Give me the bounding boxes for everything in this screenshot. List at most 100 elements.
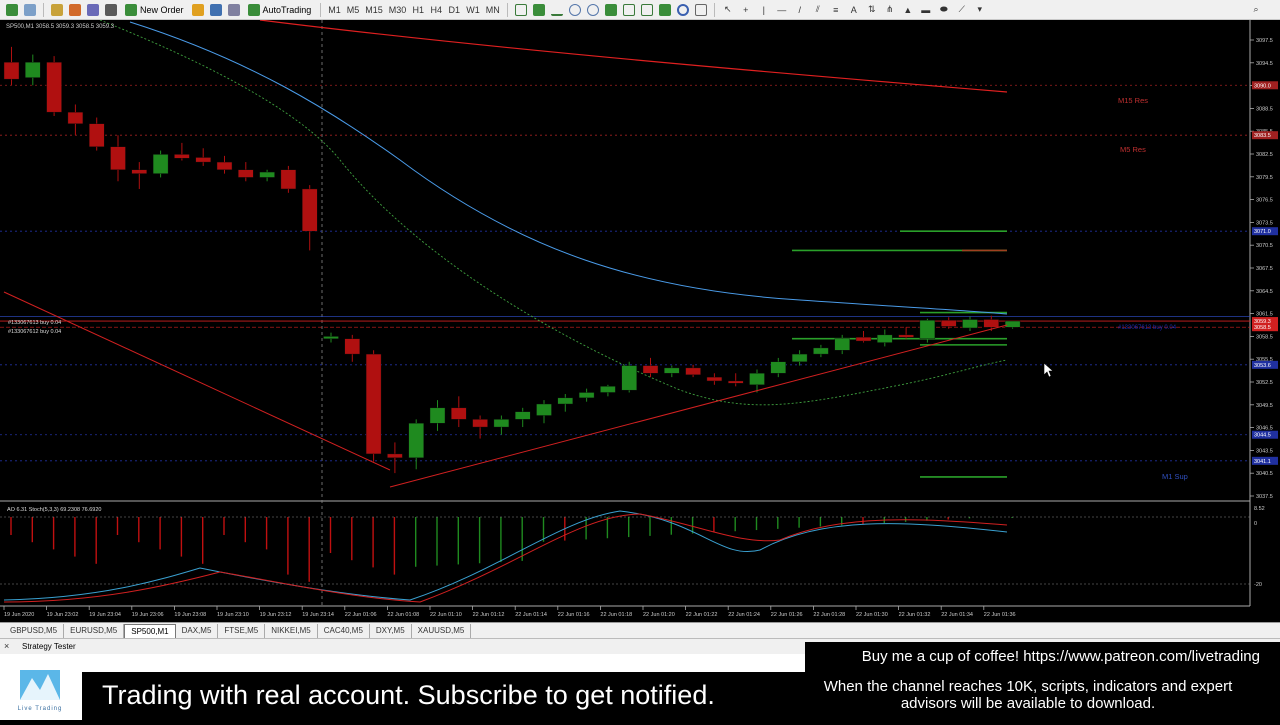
fibonacci-icon[interactable]: ≡ xyxy=(828,2,844,18)
bull-candle xyxy=(813,347,829,355)
ellipse-icon[interactable]: ⬬ xyxy=(936,2,952,18)
trendline-icon[interactable]: / xyxy=(792,2,808,18)
pitchfork-icon[interactable]: ⋔ xyxy=(882,2,898,18)
bull-candle xyxy=(557,397,573,405)
terminal-icon[interactable] xyxy=(85,2,101,18)
tf-h4-button[interactable]: H4 xyxy=(428,2,444,18)
zoom-out-icon[interactable] xyxy=(585,2,601,18)
tab-gbpusd[interactable]: GBPUSD,M5 xyxy=(4,623,65,638)
periods-icon[interactable] xyxy=(675,2,691,18)
price-chart[interactable]: 3097.53094.53091.53088.53085.53082.53079… xyxy=(0,20,1280,622)
bull-candle xyxy=(919,320,936,339)
bear-candle xyxy=(983,319,999,328)
metaeditor-icon[interactable] xyxy=(190,2,206,18)
bull-candle xyxy=(259,171,275,178)
signals-icon[interactable] xyxy=(208,2,224,18)
tab-nikkei[interactable]: NIKKEI,M5 xyxy=(265,623,318,638)
tf-m15-button[interactable]: M15 xyxy=(363,2,385,18)
price-tick-label: 3061.5 xyxy=(1256,312,1273,318)
tf-d1-button[interactable]: D1 xyxy=(446,2,462,18)
promo-box: Buy me a cup of coffee! https://www.patr… xyxy=(805,642,1280,720)
bear-candle xyxy=(3,62,20,80)
tab-ftse[interactable]: FTSE,M5 xyxy=(218,623,266,638)
bull-candle xyxy=(323,336,339,339)
m5-res-label: M5 Res xyxy=(1120,145,1146,154)
price-tick-label: 3040.5 xyxy=(1256,471,1273,477)
tf-m30-button[interactable]: M30 xyxy=(387,2,409,18)
bull-candle xyxy=(962,319,978,329)
time-tick-label: 22 Jun 01:28 xyxy=(813,612,845,618)
templates-icon[interactable] xyxy=(693,2,709,18)
toolbar-separator xyxy=(43,2,44,17)
gann-icon[interactable]: ⟋ xyxy=(954,2,970,18)
tf-m5-button[interactable]: M5 xyxy=(345,2,362,18)
time-tick-label: 19 Jun 23:10 xyxy=(217,612,249,618)
navigator-icon[interactable] xyxy=(67,2,83,18)
bear-candle xyxy=(642,365,659,374)
bear-candle xyxy=(728,380,744,384)
horizontal-line-icon[interactable]: — xyxy=(774,2,790,18)
tf-h1-button[interactable]: H1 xyxy=(410,2,426,18)
strategy-tester-label[interactable]: Strategy Tester xyxy=(22,642,76,651)
triangle-icon[interactable]: ▲ xyxy=(900,2,916,18)
arrows-icon[interactable]: ⇅ xyxy=(864,2,880,18)
tab-eurusd[interactable]: EURUSD,M5 xyxy=(64,623,125,638)
tf-m1-button[interactable]: M1 xyxy=(326,2,343,18)
new-chart-icon[interactable] xyxy=(4,2,20,18)
market-icon[interactable] xyxy=(226,2,242,18)
level-lines xyxy=(0,84,1250,478)
tab-dxy[interactable]: DXY,M5 xyxy=(370,623,412,638)
crosshair-icon[interactable]: + xyxy=(738,2,754,18)
price-tick-label: 3070.5 xyxy=(1256,243,1273,249)
chart-shift-icon[interactable] xyxy=(639,2,655,18)
indicators-icon[interactable] xyxy=(657,2,673,18)
candlestick-icon[interactable] xyxy=(531,2,547,18)
bull-candle xyxy=(429,407,446,424)
bull-candle xyxy=(834,338,850,351)
bear-candle xyxy=(685,367,701,376)
channel-logo: Live Trading xyxy=(0,664,82,720)
stoch-main-line xyxy=(3,510,1008,601)
bar-chart-icon[interactable] xyxy=(513,2,529,18)
new-order-button[interactable]: New Order xyxy=(121,2,188,18)
profiles-icon[interactable] xyxy=(22,2,38,18)
symbol-info: SP500,M1 3058.5 3059.3 3058.5 3059.3 xyxy=(6,24,115,30)
right-order-label: #133067613 buy 0.04 xyxy=(1118,325,1177,331)
market-watch-icon[interactable] xyxy=(49,2,65,18)
auto-trading-button[interactable]: AutoTrading xyxy=(244,2,316,18)
tab-dax[interactable]: DAX,M5 xyxy=(176,623,219,638)
time-tick-label: 19 Jun 23:04 xyxy=(89,612,121,618)
channel-icon[interactable]: ⫽ xyxy=(810,2,826,18)
tf-w1-button[interactable]: W1 xyxy=(464,2,482,18)
cursor-icon[interactable]: ↖ xyxy=(720,2,736,18)
time-tick-label: 19 Jun 23:14 xyxy=(302,612,334,618)
toolbar-separator xyxy=(713,2,715,17)
bear-candle xyxy=(855,336,872,342)
tile-windows-icon[interactable] xyxy=(603,2,619,18)
autoscroll-icon[interactable] xyxy=(621,2,637,18)
price-tag-label: 3041.1 xyxy=(1254,459,1271,465)
bear-candle xyxy=(280,169,297,190)
line-chart-icon[interactable] xyxy=(549,2,565,18)
bear-candle xyxy=(46,62,62,113)
tf-mn-button[interactable]: MN xyxy=(484,2,502,18)
bear-candle xyxy=(898,334,914,338)
time-tick-label: 22 Jun 01:10 xyxy=(430,612,462,618)
bear-candle xyxy=(67,111,84,124)
search-icon[interactable]: ⌕ xyxy=(1248,2,1264,18)
bull-candle xyxy=(536,403,552,416)
tab-xauusd[interactable]: XAUUSD,M5 xyxy=(412,623,472,638)
tab-cac40[interactable]: CAC40,M5 xyxy=(318,623,370,638)
tester-icon[interactable] xyxy=(103,2,119,18)
bear-candle xyxy=(387,453,403,458)
vertical-line-icon[interactable]: | xyxy=(756,2,772,18)
bear-candle xyxy=(941,320,957,327)
zoom-in-icon[interactable] xyxy=(567,2,583,18)
text-tool-icon[interactable]: A xyxy=(846,2,862,18)
axes: 3097.53094.53091.53088.53085.53082.53079… xyxy=(3,38,1278,618)
close-icon[interactable]: × xyxy=(4,641,9,651)
more-tools-icon[interactable]: ▾ xyxy=(972,2,988,18)
tab-sp500[interactable]: SP500,M1 xyxy=(124,623,176,638)
bull-candle xyxy=(664,367,680,374)
rectangle-icon[interactable]: ▬ xyxy=(918,2,934,18)
